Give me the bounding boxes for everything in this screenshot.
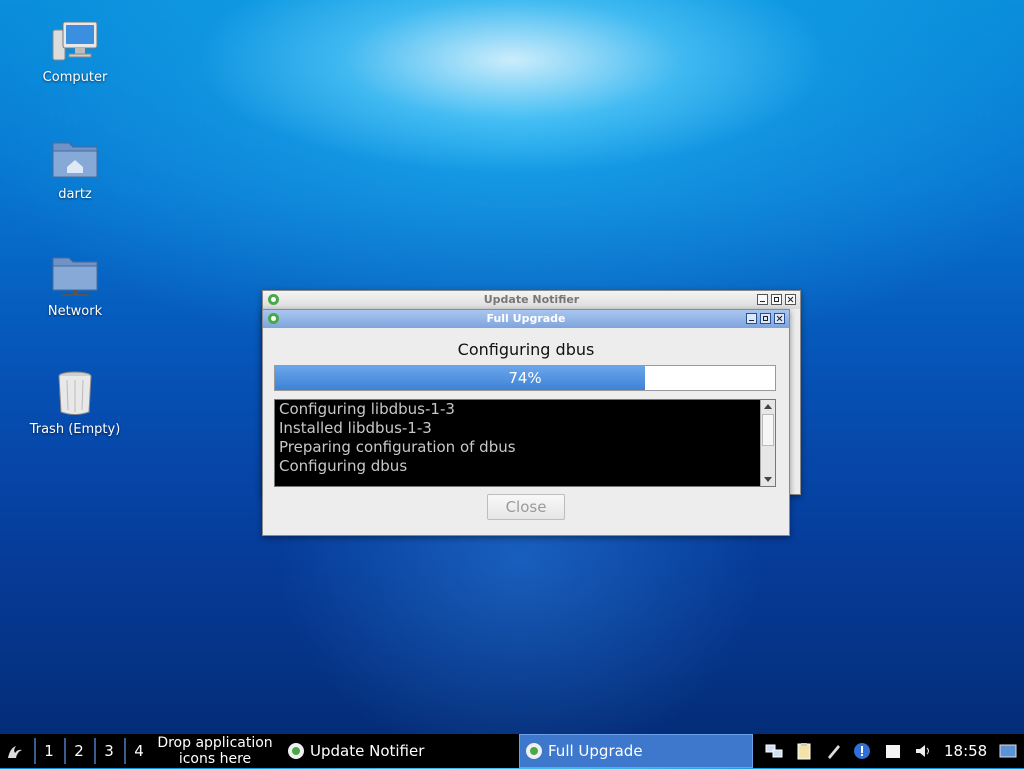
scrollbar[interactable]: [760, 400, 775, 486]
gear-icon: [288, 743, 304, 759]
home-folder-icon: [52, 142, 98, 178]
scrollbar-thumb[interactable]: [762, 414, 774, 446]
close-window-button[interactable]: [774, 313, 785, 324]
desktop-icon-trash[interactable]: Trash (Empty): [20, 370, 130, 437]
screen-icon[interactable]: [999, 742, 1017, 760]
log-line: Preparing configuration of dbus: [279, 438, 516, 456]
desktop-icon-label: dartz: [58, 187, 92, 202]
log-output[interactable]: Configuring libdbus-1-3 Installed libdbus…: [274, 399, 776, 487]
desktop-icon-label: Computer: [42, 70, 108, 85]
trash-icon: [58, 371, 92, 415]
window-title: Full Upgrade: [486, 312, 566, 325]
desktop-icon-label: Trash (Empty): [29, 422, 121, 437]
network-icon[interactable]: [765, 742, 783, 760]
task-label: Update Notifier: [310, 742, 425, 760]
taskbar: 1 2 3 4 Drop application icons here Upda…: [0, 734, 1024, 768]
separator: [94, 738, 96, 764]
desktop-switch-1[interactable]: 1: [37, 734, 61, 768]
task-full-upgrade[interactable]: Full Upgrade: [519, 734, 753, 768]
separator: [64, 738, 66, 764]
gear-icon: [268, 294, 279, 305]
desktop-switch-4[interactable]: 4: [127, 734, 151, 768]
progress-percent: 74%: [508, 369, 542, 387]
progress-bar: 74%: [274, 365, 776, 391]
scroll-up-icon[interactable]: [764, 404, 772, 409]
task-label: Full Upgrade: [548, 742, 643, 760]
log-lines: Configuring libdbus-1-3 Installed libdbus…: [279, 400, 516, 476]
clock[interactable]: 18:58: [944, 734, 987, 768]
log-line: Configuring dbus: [279, 457, 408, 475]
launcher-drop-zone[interactable]: Drop application icons here: [150, 734, 280, 769]
maximize-button[interactable]: [760, 313, 771, 324]
network-folder-icon: [52, 257, 98, 296]
full-upgrade-window[interactable]: Full Upgrade Configuring dbus 74% Config…: [262, 309, 790, 536]
minimize-button[interactable]: [757, 294, 768, 305]
desktop-icon-label: Network: [47, 304, 103, 319]
desktop-icon-computer[interactable]: Computer: [20, 20, 130, 85]
close-button[interactable]: Close: [487, 494, 565, 520]
close-window-button[interactable]: [785, 294, 796, 305]
gear-icon: [268, 313, 279, 324]
scroll-down-icon[interactable]: [764, 477, 772, 482]
pen-icon[interactable]: [825, 742, 843, 760]
window-title: Update Notifier: [483, 293, 580, 306]
volume-icon[interactable]: [914, 742, 932, 760]
desktop-switch-2[interactable]: 2: [67, 734, 91, 768]
titlebar[interactable]: Update Notifier: [263, 291, 800, 309]
clipboard-icon[interactable]: [795, 742, 813, 760]
log-line: Configuring libdbus-1-3: [279, 400, 455, 418]
maximize-button[interactable]: [771, 294, 782, 305]
task-update-notifier[interactable]: Update Notifier: [282, 734, 514, 768]
start-menu-icon[interactable]: [4, 740, 26, 762]
titlebar[interactable]: Full Upgrade: [263, 310, 789, 328]
desktop-switch-3[interactable]: 3: [97, 734, 121, 768]
separator: [34, 738, 36, 764]
minimize-button[interactable]: [746, 313, 757, 324]
notes-icon[interactable]: [884, 742, 902, 760]
drop-hint-line1: Drop application: [157, 735, 273, 751]
info-icon[interactable]: [853, 742, 871, 760]
desktop-icon-network[interactable]: Network: [20, 254, 130, 319]
computer-icon: [52, 21, 98, 61]
status-label: Configuring dbus: [457, 340, 595, 359]
log-line: Installed libdbus-1-3: [279, 419, 432, 437]
gear-icon: [526, 743, 542, 759]
drop-hint-line2: icons here: [178, 751, 252, 767]
desktop-icon-home[interactable]: dartz: [20, 137, 130, 202]
separator: [124, 738, 126, 764]
